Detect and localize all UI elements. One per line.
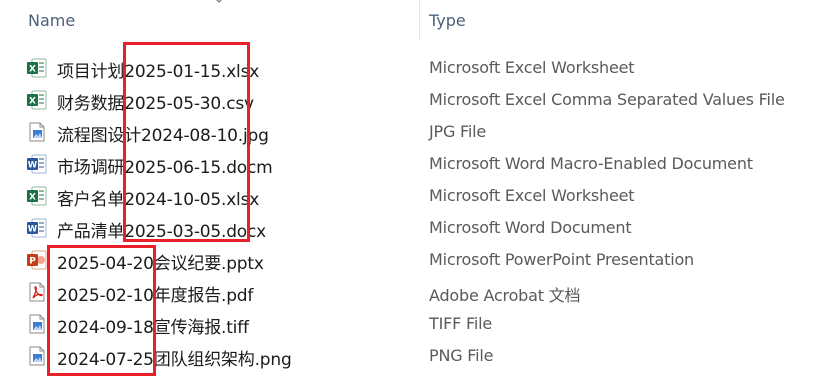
file-type: Microsoft Excel Comma Separated Values F… [429,90,785,109]
sort-chevron-down-icon[interactable] [212,0,226,5]
file-type: TIFF File [429,314,492,333]
file-type: Microsoft Excel Worksheet [429,186,635,205]
word-icon: W [25,216,49,240]
image-file-icon [25,120,49,144]
svg-text:W: W [28,225,38,235]
powerpoint-icon: P [25,248,49,272]
image-file-icon [25,312,49,336]
pdf-icon [25,280,49,304]
svg-text:X: X [29,97,36,107]
column-header-name[interactable]: Name [28,11,75,30]
file-type: JPG File [429,122,487,141]
file-type: Adobe Acrobat 文档 [429,286,581,305]
svg-text:X: X [29,65,36,75]
excel-icon: X [25,184,49,208]
excel-icon: X [25,56,49,80]
file-type: Microsoft Word Macro-Enabled Document [429,154,753,173]
excel-csv-icon: X [25,88,49,112]
svg-text:P: P [29,257,36,267]
file-type: PNG File [429,346,494,365]
image-file-icon [25,344,49,368]
date-prefix-highlight-box [47,245,156,376]
column-divider[interactable] [419,0,420,40]
date-suffix-highlight-box [123,42,250,242]
column-header-bar: Name Type [0,0,817,40]
column-header-type[interactable]: Type [429,11,466,30]
svg-text:X: X [29,193,36,203]
file-type: Microsoft Excel Worksheet [429,58,635,77]
word-icon: W [25,152,49,176]
file-type: Microsoft PowerPoint Presentation [429,250,694,269]
svg-text:W: W [28,161,38,171]
file-type: Microsoft Word Document [429,218,632,237]
